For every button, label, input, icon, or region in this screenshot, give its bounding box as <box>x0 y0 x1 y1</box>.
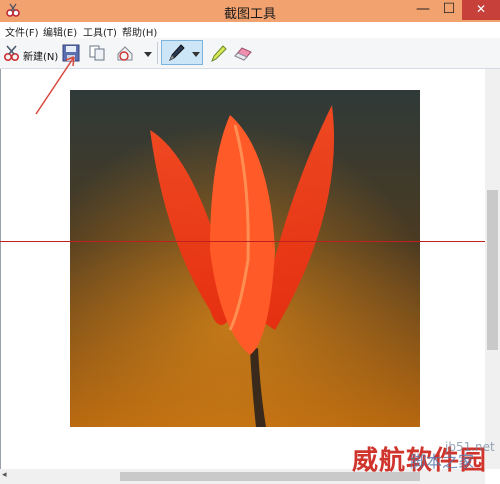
watermark-site: 脚本之家 <box>410 452 475 471</box>
annotation-arrow <box>35 56 75 115</box>
